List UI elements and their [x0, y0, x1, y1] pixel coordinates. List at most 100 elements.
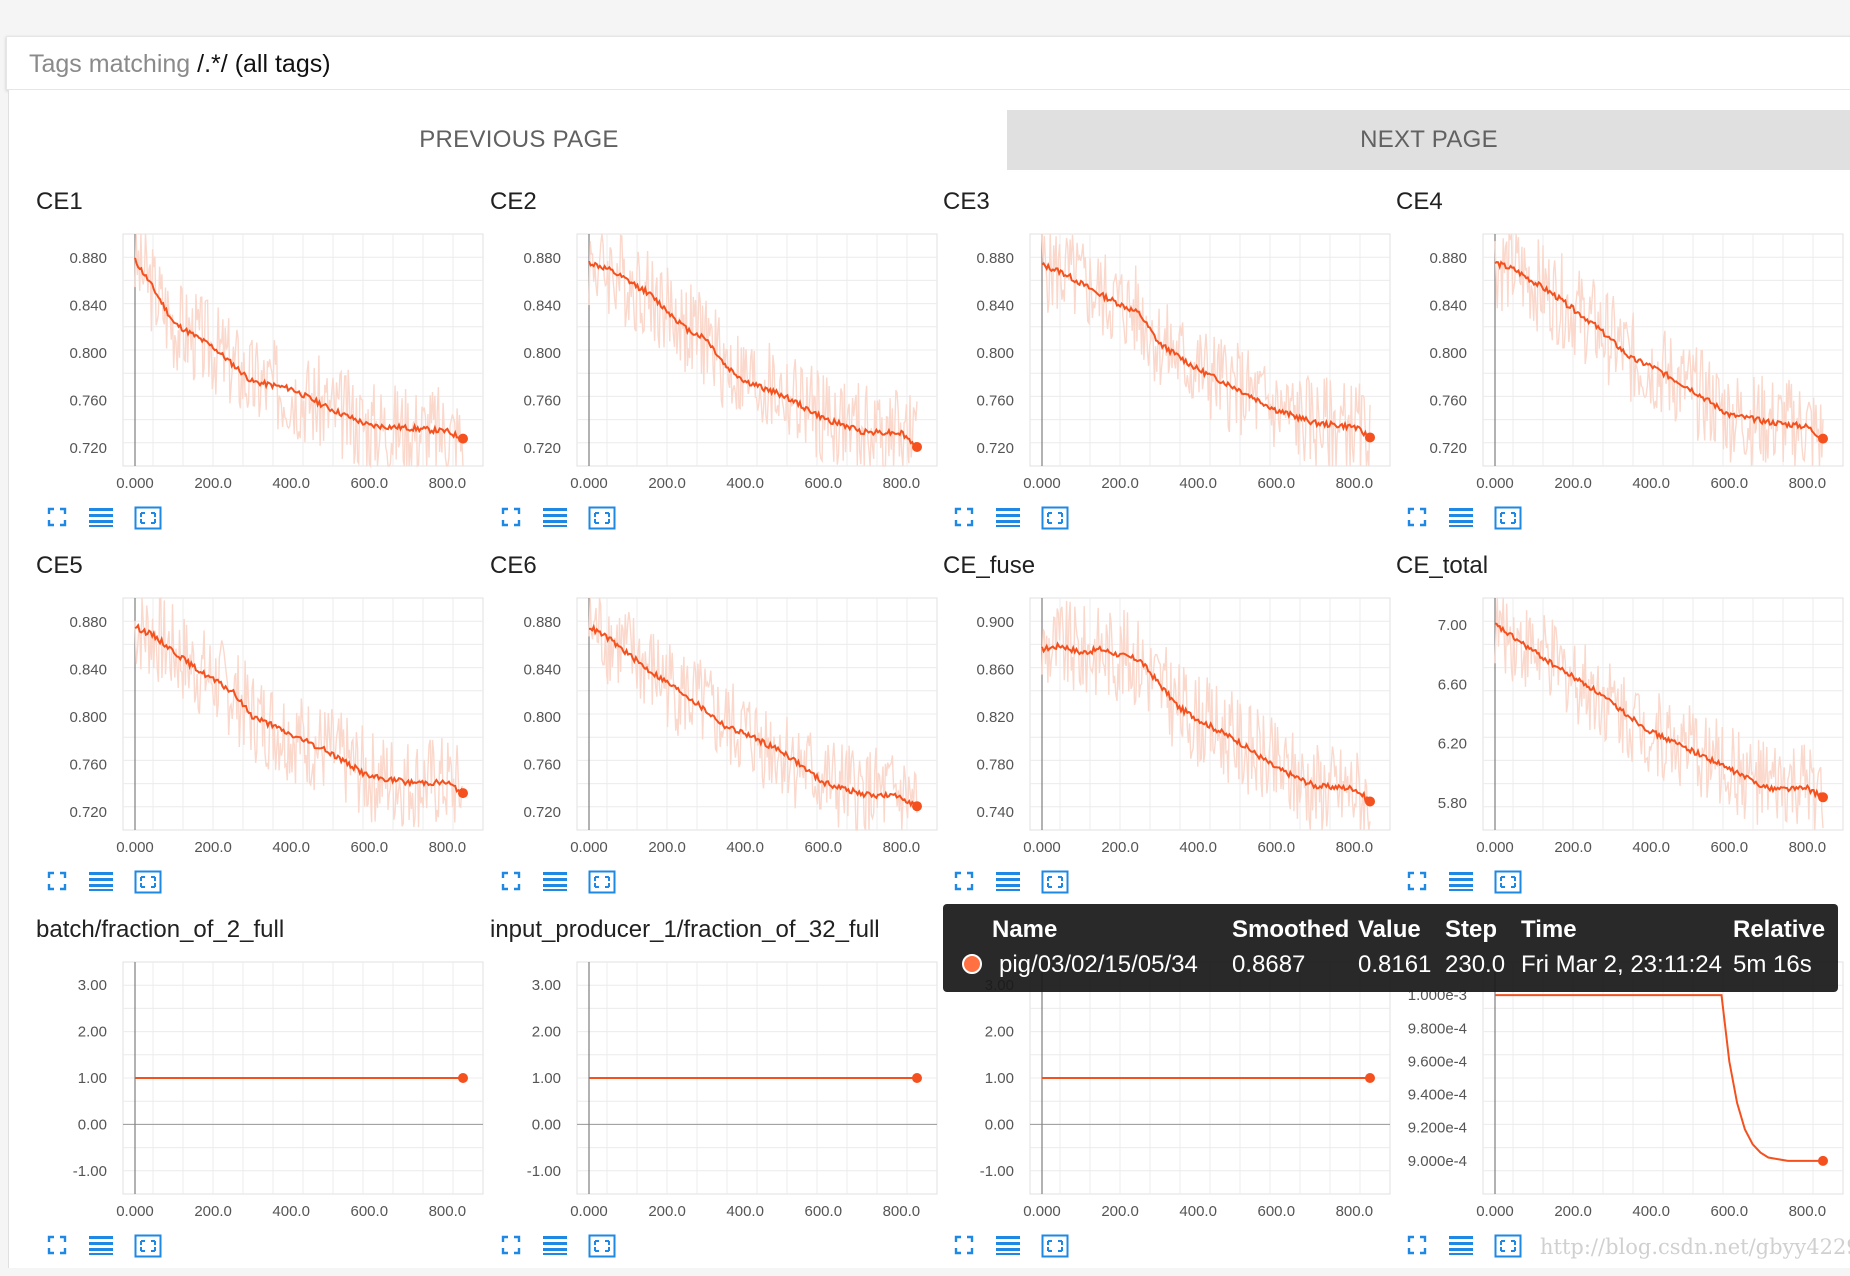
y-tick-label: 0.760 — [69, 393, 107, 410]
toggle-log-scale-icon[interactable] — [1448, 870, 1474, 897]
chart-plot[interactable]: 0.880 0.840 0.800 0.760 0.720 0.000 200.0 400.0… — [8, 224, 488, 504]
y-tick-label: 9.000e-4 — [1408, 1153, 1467, 1170]
x-tick-label: 0.000 — [1023, 475, 1061, 492]
chart-plot[interactable]: 3.002.001.000.00-1.000.000200.0400.0600.… — [8, 952, 488, 1232]
x-tick-label: 600.0 — [1711, 839, 1749, 856]
x-tick-label: 200.0 — [1554, 839, 1592, 856]
fullscreen-icon[interactable] — [46, 1234, 68, 1261]
chart-plot[interactable]: 3.002.001.000.00-1.000.000200.0400.0600.… — [462, 952, 942, 1232]
y-tick-label: 7.00 — [1438, 617, 1467, 634]
y-tick-label: 0.720 — [523, 440, 561, 457]
toggle-log-scale-icon[interactable] — [88, 1234, 114, 1261]
tag-filter-bar[interactable]: Tags matching /.*/ (all tags) — [6, 36, 1850, 90]
chart-plot[interactable]: 0.900 0.860 0.820 0.780 0.740 0.000 200.0 400.0… — [915, 588, 1395, 868]
fit-domain-icon[interactable] — [134, 506, 162, 535]
toggle-log-scale-icon[interactable] — [88, 506, 114, 533]
fullscreen-icon[interactable] — [46, 506, 68, 533]
chart-plot[interactable]: 0.880 0.840 0.800 0.760 0.720 0.000 200.0 400.0… — [915, 224, 1395, 504]
toggle-log-scale-icon[interactable] — [542, 1234, 568, 1261]
x-tick-label: 200.0 — [194, 475, 232, 492]
y-tick-label: 0.760 — [1429, 393, 1467, 410]
x-tick-label: 200.0 — [194, 1203, 232, 1220]
toggle-log-scale-icon[interactable] — [542, 870, 568, 897]
toggle-log-scale-icon[interactable] — [995, 870, 1021, 897]
y-tick-label: 9.200e-4 — [1408, 1120, 1467, 1137]
chart-card: CE_fuse 0.900 0.860 0.820 0.780 0.740 0.000 200… — [915, 552, 1391, 912]
chart-plot[interactable]: 3.002.001.000.00-1.000.000200.0400.0600.… — [915, 952, 1395, 1232]
fit-domain-icon[interactable] — [1494, 870, 1522, 899]
y-tick-label: 0.00 — [532, 1116, 561, 1133]
fullscreen-icon[interactable] — [1406, 506, 1428, 533]
chart-tooltip: Name Smoothed Value Step Time Relative p… — [943, 904, 1838, 992]
chart-title: input_producer_1/fraction_of_32_full — [490, 916, 880, 943]
fit-domain-icon[interactable] — [588, 1234, 616, 1263]
chart-plot[interactable]: 7.00 6.60 6.20 5.80 0.000 200.0 400.0 600.0 800.… — [1368, 588, 1848, 868]
tag-filter-text[interactable]: Tags matching /.*/ (all tags) — [29, 50, 331, 79]
previous-page-button[interactable]: PREVIOUS PAGE — [19, 110, 1019, 170]
y-tick-label: 1.00 — [532, 1070, 561, 1087]
fullscreen-icon[interactable] — [46, 870, 68, 897]
fit-domain-icon[interactable] — [1041, 870, 1069, 899]
toggle-log-scale-icon[interactable] — [1448, 506, 1474, 533]
x-tick-label: 200.0 — [1554, 475, 1592, 492]
fit-domain-icon[interactable] — [588, 506, 616, 535]
chart-title: CE_total — [1396, 552, 1489, 579]
x-tick-label: 400.0 — [1632, 839, 1670, 856]
y-tick-label: 0.760 — [523, 757, 561, 774]
fullscreen-icon[interactable] — [953, 506, 975, 533]
chart-card: CE5 0.880 0.840 0.800 0.760 0.720 0.000 200.0 40… — [8, 552, 484, 912]
fullscreen-icon[interactable] — [500, 1234, 522, 1261]
x-tick-label: 200.0 — [1101, 1203, 1139, 1220]
fullscreen-icon[interactable] — [1406, 1234, 1428, 1261]
x-tick-label: 400.0 — [272, 839, 310, 856]
fit-domain-icon[interactable] — [1494, 1234, 1522, 1263]
x-tick-label: 400.0 — [1179, 1203, 1217, 1220]
toggle-log-scale-icon[interactable] — [995, 506, 1021, 533]
fit-domain-icon[interactable] — [134, 870, 162, 899]
x-tick-label: 600.0 — [805, 839, 843, 856]
x-tick-label: 800.0 — [429, 475, 467, 492]
chart-card: CE_total 7.00 6.60 6.20 5.80 0.000 200.0 400.0 6… — [1368, 552, 1844, 912]
x-tick-label: 600.0 — [1711, 1203, 1749, 1220]
chart-plot[interactable]: 0.880 0.840 0.800 0.760 0.720 0.000 200.0 400.0… — [8, 588, 488, 868]
toggle-log-scale-icon[interactable] — [88, 870, 114, 897]
x-tick-label: 400.0 — [272, 475, 310, 492]
y-tick-label: 0.760 — [69, 757, 107, 774]
y-tick-label: 0.00 — [78, 1116, 107, 1133]
y-tick-label: 0.860 — [976, 661, 1014, 678]
toggle-log-scale-icon[interactable] — [1448, 1234, 1474, 1261]
fit-domain-icon[interactable] — [1041, 506, 1069, 535]
fullscreen-icon[interactable] — [500, 506, 522, 533]
chart-title: CE_fuse — [943, 552, 1036, 579]
tooltip-header-time: Time — [1521, 916, 1577, 943]
x-tick-label: 0.000 — [570, 839, 608, 856]
chart-plot[interactable]: 0.880 0.840 0.800 0.760 0.720 0.000 200.0 400.0… — [462, 224, 942, 504]
chart-plot[interactable]: 0.880 0.840 0.800 0.760 0.720 0.000 200.0 400.0… — [1368, 224, 1848, 504]
x-tick-label: 800.0 — [1789, 1203, 1827, 1220]
chart-plot[interactable]: 1.000e-39.800e-49.600e-49.400e-49.200e-4… — [1368, 952, 1848, 1232]
fullscreen-icon[interactable] — [1406, 870, 1428, 897]
fit-domain-icon[interactable] — [1494, 506, 1522, 535]
x-tick-label: 600.0 — [1258, 1203, 1296, 1220]
fit-domain-icon[interactable] — [1041, 1234, 1069, 1263]
x-tick-label: 400.0 — [726, 839, 764, 856]
x-tick-label: 400.0 — [272, 1203, 310, 1220]
fit-domain-icon[interactable] — [588, 870, 616, 899]
fullscreen-icon[interactable] — [953, 1234, 975, 1261]
fullscreen-icon[interactable] — [500, 870, 522, 897]
y-tick-label: 2.00 — [78, 1024, 107, 1041]
toggle-log-scale-icon[interactable] — [542, 506, 568, 533]
x-tick-label: 800.0 — [1789, 475, 1827, 492]
x-tick-label: 200.0 — [1101, 839, 1139, 856]
toggle-log-scale-icon[interactable] — [995, 1234, 1021, 1261]
y-tick-label: 0.880 — [976, 250, 1014, 267]
y-tick-label: 9.800e-4 — [1408, 1020, 1467, 1037]
chart-plot[interactable]: 0.880 0.840 0.800 0.760 0.720 0.000 200.0 400.0… — [462, 588, 942, 868]
fullscreen-icon[interactable] — [953, 870, 975, 897]
run-color-swatch — [962, 954, 982, 974]
fit-domain-icon[interactable] — [134, 1234, 162, 1263]
tooltip-header-step: Step — [1445, 916, 1498, 943]
y-tick-label: 0.720 — [69, 440, 107, 457]
next-page-button[interactable]: NEXT PAGE — [1007, 110, 1850, 170]
tooltip-header-value: Value — [1358, 916, 1421, 943]
